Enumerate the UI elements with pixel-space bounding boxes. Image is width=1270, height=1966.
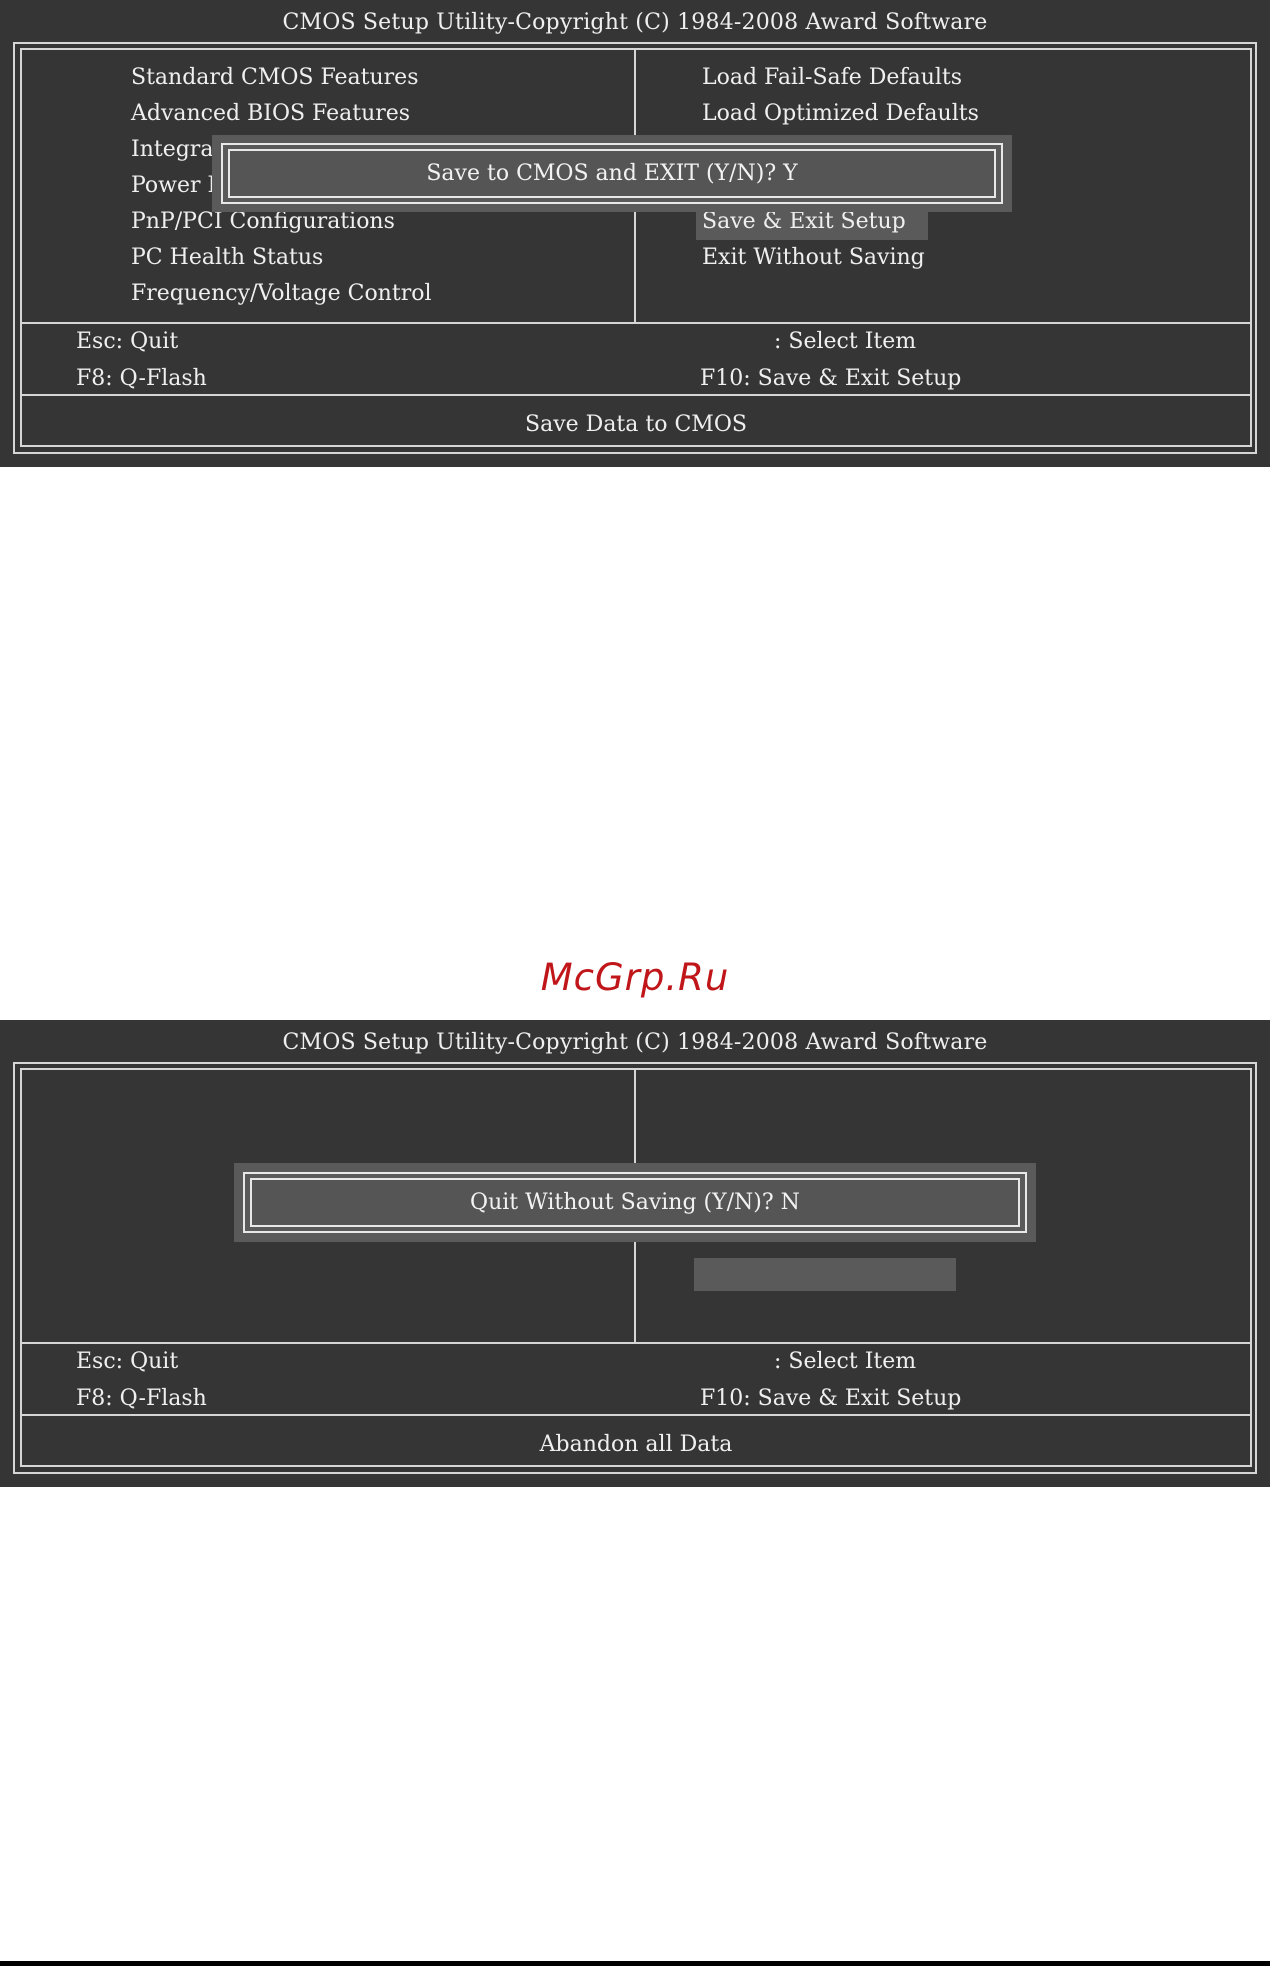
bios-title: CMOS Setup Utility-Copyright (C) 1984-20…: [282, 1030, 988, 1055]
quit-confirm-prompt[interactable]: Quit Without Saving (Y/N)? N: [250, 1178, 1020, 1227]
quit-confirm-dialog: Quit Without Saving (Y/N)? N: [234, 1163, 1036, 1242]
status-help-text: Abandon all Data: [539, 1432, 733, 1457]
status-divider: [20, 394, 1252, 396]
menu-item-load-fail-safe[interactable]: Load Fail-Safe Defaults: [696, 60, 979, 96]
key-f10-save-exit: F10: Save & Exit Setup: [700, 1386, 962, 1411]
key-select-item: : Select Item: [774, 329, 917, 354]
menu-item-load-optimized[interactable]: Load Optimized Defaults: [696, 96, 979, 132]
bios-title: CMOS Setup Utility-Copyright (C) 1984-20…: [282, 10, 988, 35]
save-confirm-dialog: Save to CMOS and EXIT (Y/N)? Y: [212, 135, 1012, 212]
keys-divider: [20, 322, 1252, 324]
key-f8-qflash: F8: Q-Flash: [76, 1386, 207, 1411]
menu-item-advanced-bios[interactable]: Advanced BIOS Features: [125, 96, 432, 132]
save-confirm-prompt[interactable]: Save to CMOS and EXIT (Y/N)? Y: [228, 149, 996, 198]
key-f8-qflash: F8: Q-Flash: [76, 366, 207, 391]
page-bottom-rule: [0, 1961, 1270, 1966]
menu-item-exit-without-saving[interactable]: Exit Without Saving: [696, 240, 979, 276]
key-select-item: : Select Item: [774, 1349, 917, 1374]
status-help-text: Save Data to CMOS: [525, 412, 747, 437]
bios-screen-save-exit: CMOS Setup Utility-Copyright (C) 1984-20…: [0, 0, 1270, 467]
watermark-text: McGrp.Ru: [540, 956, 730, 999]
menu-item-pc-health[interactable]: PC Health Status: [125, 240, 432, 276]
bios-screen-quit-without-saving: CMOS Setup Utility-Copyright (C) 1984-20…: [0, 1020, 1270, 1487]
key-esc-quit: Esc: Quit: [76, 1349, 179, 1374]
menu-item-frequency-voltage[interactable]: Frequency/Voltage Control: [125, 276, 432, 312]
status-divider: [20, 1414, 1252, 1416]
keys-divider: [20, 1342, 1252, 1344]
selected-menu-highlight[interactable]: [694, 1258, 956, 1291]
menu-item-standard-cmos[interactable]: Standard CMOS Features: [125, 60, 432, 96]
key-esc-quit: Esc: Quit: [76, 329, 179, 354]
key-f10-save-exit: F10: Save & Exit Setup: [700, 366, 962, 391]
